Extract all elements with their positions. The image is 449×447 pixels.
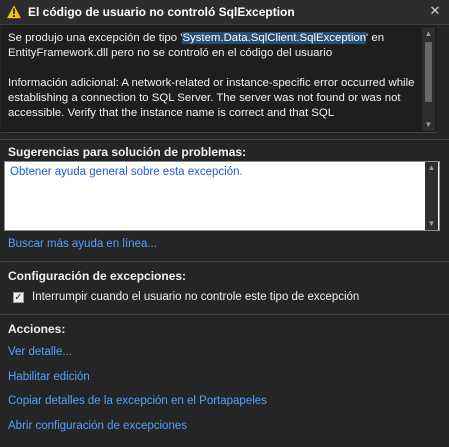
close-icon: ✕ — [429, 3, 441, 18]
message-text-rest: ' en EntityFramework.dll pero no se cont… — [8, 32, 415, 119]
warning-icon — [6, 4, 22, 19]
scroll-up-arrow-icon[interactable]: ▲ — [422, 28, 435, 40]
dialog-title: El código de usuario no controló SqlExce… — [28, 5, 295, 19]
scroll-down-arrow-icon[interactable]: ▼ — [425, 218, 438, 230]
view-detail-link[interactable]: Ver detalle... — [8, 346, 72, 358]
close-button[interactable]: ✕ — [427, 3, 443, 19]
scroll-up-arrow-icon[interactable]: ▲ — [425, 162, 438, 174]
general-help-link[interactable]: Obtener ayuda general sobre esta excepci… — [10, 166, 243, 178]
search-more-help-link[interactable]: Buscar más ayuda en línea... — [8, 238, 157, 250]
actions-heading: Acciones: — [8, 322, 66, 336]
checkmark-icon: ✓ — [14, 292, 23, 303]
open-exception-settings-link[interactable]: Abrir configuración de excepciones — [8, 420, 187, 432]
divider — [0, 314, 449, 315]
dialog-title-bar: El código de usuario no controló SqlExce… — [0, 0, 449, 25]
troubleshooting-heading: Sugerencias para solución de problemas: — [8, 145, 247, 159]
divider — [0, 261, 449, 262]
break-on-unhandled-checkbox[interactable]: ✓ — [13, 292, 24, 303]
exception-settings-heading: Configuración de excepciones: — [8, 269, 187, 283]
break-on-unhandled-label[interactable]: Interrumpir cuando el usuario no control… — [32, 291, 359, 303]
suggestions-scrollbar[interactable]: ▲ ▼ — [425, 162, 438, 230]
copy-details-link[interactable]: Copiar detalles de la excepción en el Po… — [8, 395, 267, 407]
exception-message-panel: Se produjo una excepción de tipo 'System… — [1, 25, 437, 133]
divider — [0, 139, 449, 140]
exception-message[interactable]: Se produjo una excepción de tipo 'System… — [8, 31, 420, 121]
enable-editing-link[interactable]: Habilitar edición — [8, 371, 90, 383]
message-scrollbar[interactable]: ▲ ▼ — [422, 28, 435, 131]
message-text-prefix: Se produjo una excepción de tipo ' — [8, 32, 183, 44]
scroll-thumb[interactable] — [425, 42, 432, 102]
troubleshooting-list: Obtener ayuda general sobre esta excepci… — [4, 161, 440, 231]
scroll-down-arrow-icon[interactable]: ▼ — [422, 119, 435, 131]
exception-type-selection[interactable]: System.Data.SqlClient.SqlException — [182, 32, 367, 44]
